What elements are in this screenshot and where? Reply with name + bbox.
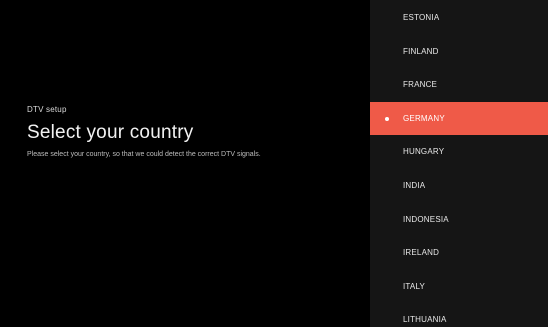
- country-label: INDONESIA: [403, 214, 449, 224]
- country-label: HUNGARY: [403, 147, 445, 157]
- country-label: GERMANY: [403, 113, 445, 123]
- country-list: ESTONIA FINLAND FRANCE GERMANY HUNGARY I…: [370, 1, 548, 327]
- country-item-france[interactable]: FRANCE: [370, 68, 548, 102]
- country-item-estonia[interactable]: ESTONIA: [370, 1, 548, 35]
- country-item-finland[interactable]: FINLAND: [370, 35, 548, 69]
- country-item-italy[interactable]: ITALY: [370, 270, 548, 304]
- country-item-hungary[interactable]: HUNGARY: [370, 135, 548, 169]
- page-title: Select your country: [27, 122, 194, 143]
- country-label: INDIA: [403, 180, 426, 190]
- country-list-panel: ESTONIA FINLAND FRANCE GERMANY HUNGARY I…: [370, 0, 548, 327]
- setup-description: Please select your country, so that we c…: [27, 151, 261, 158]
- country-label: IRELAND: [403, 248, 440, 258]
- country-item-indonesia[interactable]: INDONESIA: [370, 203, 548, 237]
- country-label: ESTONIA: [403, 13, 440, 22]
- setup-overline: DTV setup: [27, 105, 67, 114]
- setup-header: DTV setup Select your country Please sel…: [27, 104, 357, 160]
- country-item-lithuania[interactable]: LITHUANIA: [370, 303, 548, 327]
- selected-dot-icon: [385, 116, 389, 121]
- country-item-india[interactable]: INDIA: [370, 169, 548, 203]
- country-item-ireland[interactable]: IRELAND: [370, 236, 548, 270]
- country-label: LITHUANIA: [403, 315, 447, 325]
- country-label: FRANCE: [403, 80, 438, 90]
- country-item-germany[interactable]: GERMANY: [370, 101, 548, 136]
- country-label: ITALY: [403, 281, 426, 291]
- country-label: FINLAND: [403, 46, 439, 56]
- dtv-setup-screen: DTV setup Select your country Please sel…: [0, 0, 548, 327]
